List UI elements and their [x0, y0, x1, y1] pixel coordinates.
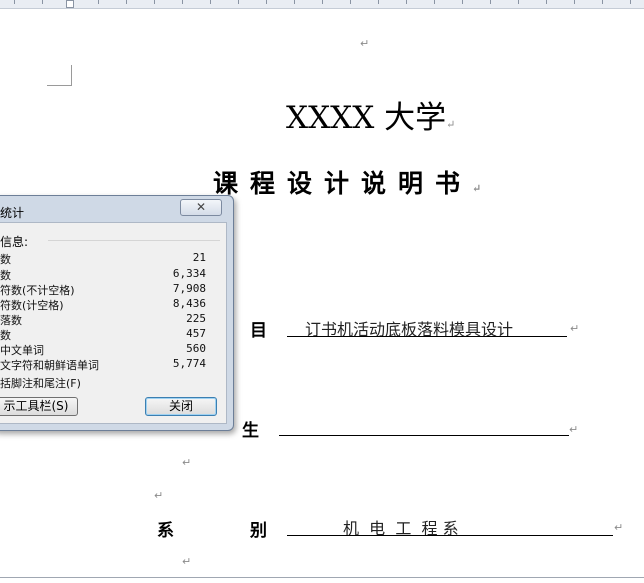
paragraph-mark: ↵: [182, 456, 192, 469]
horizontal-ruler[interactable]: [0, 0, 644, 9]
paragraph-mark: ↵: [614, 521, 624, 534]
margin-crop-mark: [47, 65, 72, 86]
paragraph-mark: ↵: [570, 322, 580, 335]
word-count-dialog[interactable]: 统计 ✕ 信息: 数 21 数 6,334 符数(不计空格) 7,908 符数(计空格…: [0, 195, 234, 431]
student-underline: [279, 435, 569, 436]
stat-row: 符数(不计空格) 7,908: [0, 282, 206, 297]
info-divider: [48, 240, 220, 241]
department-label-last: 别: [250, 521, 267, 541]
dialog-body: 信息: 数 21 数 6,334 符数(不计空格) 7,908 符数(计空格) 8,43…: [0, 222, 227, 424]
topic-underline: [287, 336, 567, 337]
stat-row: 落数 225: [0, 312, 206, 327]
paragraph-mark: ↵: [182, 555, 192, 568]
indent-marker[interactable]: [66, 0, 74, 8]
topic-label: 目: [250, 321, 267, 341]
include-footnotes-checkbox[interactable]: 括脚注和尾注(F): [0, 375, 81, 391]
close-icon: ✕: [195, 200, 207, 214]
stat-row: 文字符和朝鲜语单词 5,774: [0, 357, 206, 372]
stat-row: 数 6,334: [0, 267, 206, 282]
info-header: 信息:: [0, 235, 29, 249]
document-subtitle[interactable]: 课程设计说明书↵: [213, 164, 481, 200]
department-label-first: 系: [157, 521, 174, 541]
show-toolbar-button[interactable]: 示工具栏(S): [0, 397, 78, 416]
department-underline: [287, 535, 613, 536]
status-bar-edge: [0, 577, 644, 583]
paragraph-mark: ↵: [154, 489, 164, 502]
paragraph-mark: ↵: [569, 423, 579, 436]
paragraph-mark: ↵: [360, 37, 370, 50]
stat-row: 数 21: [0, 251, 206, 266]
stat-row: 数 457: [0, 327, 206, 342]
close-button[interactable]: 关闭: [145, 397, 217, 416]
stat-row: 符数(计空格) 8,436: [0, 297, 206, 312]
student-label: 生: [242, 421, 259, 441]
document-title[interactable]: XXXX 大学↵: [286, 92, 455, 137]
dialog-close-button[interactable]: ✕: [180, 199, 222, 216]
stat-row: 中文单词 560: [0, 342, 206, 357]
dialog-title: 统计: [0, 206, 25, 220]
